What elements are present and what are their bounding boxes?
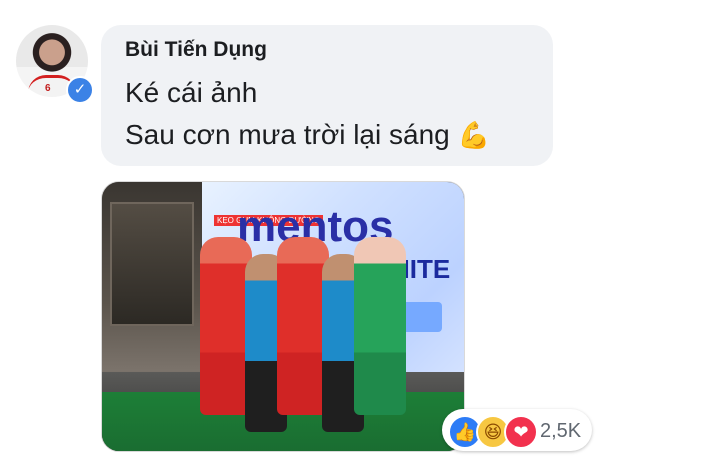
photo-window	[110, 202, 194, 326]
comment-text-line-1: Ké cái ảnh	[125, 77, 258, 108]
comment-text-line-2: Sau cơn mưa trời lại sáng 💪	[125, 119, 490, 151]
reactions-bar[interactable]: 👍 😆 ❤ 2,5K	[442, 409, 592, 451]
comment-author[interactable]: Bùi Tiến Dụng	[125, 38, 267, 62]
comment-bubble: Bùi Tiến Dụng Ké cái ảnh Sau cơn mưa trờ…	[101, 25, 553, 166]
avatar-jersey-number: 6	[45, 83, 51, 94]
comment-text-line-2-text: Sau cơn mưa trời lại sáng	[125, 119, 450, 150]
reactions-count: 2,5K	[540, 420, 582, 442]
love-icon: ❤	[504, 415, 538, 449]
verified-badge-icon: ✓	[66, 76, 94, 104]
comment-photo[interactable]: KẸO GUM KHÔNG ĐƯỜNG mentos PURE WHITE	[101, 181, 465, 452]
flexed-biceps-icon: 💪	[457, 120, 491, 150]
photo-person-green	[354, 237, 406, 415]
